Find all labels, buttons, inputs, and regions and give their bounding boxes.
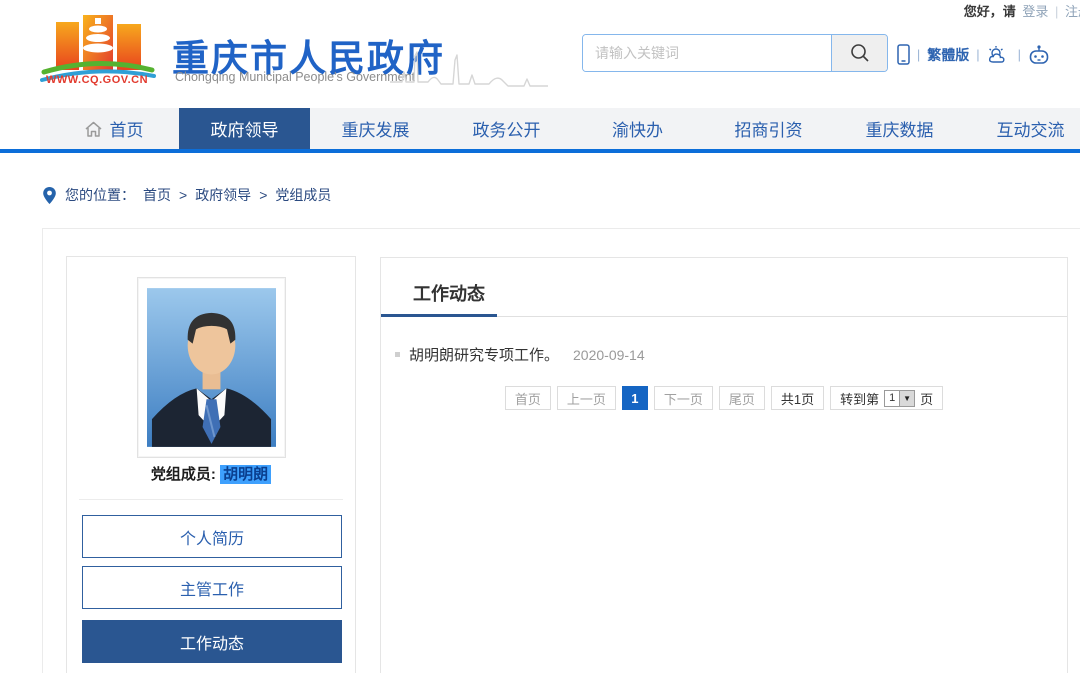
mobile-version-icon[interactable]	[897, 44, 910, 65]
traditional-version-link[interactable]: 繁體版	[927, 45, 969, 65]
bullet-icon	[395, 352, 400, 357]
page-next-button[interactable]: 下一页	[654, 386, 713, 410]
nav-item-government-leaders[interactable]: 政府领导	[179, 108, 310, 149]
responsibilities-button[interactable]: 主管工作	[82, 566, 342, 609]
nav-item-government-affairs[interactable]: 政务公开	[441, 108, 572, 149]
resume-button[interactable]: 个人简历	[82, 515, 342, 558]
nav-label: 招商引资	[735, 116, 803, 141]
main-nav: 首页 政府领导 重庆发展 政务公开 渝快办 招商引资 重庆数据 互动交流	[48, 108, 1080, 149]
goto-suffix: 页	[920, 389, 933, 408]
location-pin-icon	[42, 186, 57, 205]
breadcrumb-current[interactable]: 党组成员	[275, 185, 331, 205]
breadcrumb: 您的位置： 首页 > 政府领导 > 党组成员	[42, 185, 331, 205]
weather-icon[interactable]	[987, 45, 1011, 65]
role-label: 党组成员:	[151, 466, 216, 483]
skyline-art	[388, 36, 558, 91]
work-updates-button[interactable]: 工作动态	[82, 620, 342, 663]
sidebar-divider	[79, 499, 343, 500]
leader-photo	[137, 277, 286, 458]
breadcrumb-prefix: 您的位置：	[65, 185, 135, 205]
robot-assistant-icon[interactable]	[1028, 44, 1050, 65]
nav-item-home[interactable]: 首页	[48, 108, 179, 149]
leader-portrait	[147, 287, 276, 448]
leader-name[interactable]: 胡明朗	[220, 465, 271, 484]
pagination: 首页 上一页 1 下一页 尾页 共1页 转到第 1 ▼ 页	[381, 386, 1067, 410]
nav-accent-line	[0, 149, 1080, 153]
news-item: 胡明朗研究专项工作。 2020-09-14	[395, 344, 645, 365]
page: 您好，请 登录 | 注册 WWW.CQ.GOV.CN	[0, 0, 1080, 673]
breadcrumb-home[interactable]: 首页	[143, 185, 171, 205]
page-total-label: 共1页	[771, 386, 824, 410]
news-link[interactable]: 胡明朗研究专项工作。	[409, 344, 559, 365]
nav-item-interaction[interactable]: 互动交流	[965, 108, 1080, 149]
home-icon	[84, 120, 103, 138]
nav-item-yukuaiban[interactable]: 渝快办	[572, 108, 703, 149]
nav-label: 政府领导	[211, 116, 279, 141]
tool-divider: |	[917, 47, 920, 62]
goto-prefix: 转到第	[840, 389, 879, 408]
search-box	[582, 34, 888, 72]
site-url-text: WWW.CQ.GOV.CN	[46, 74, 148, 86]
nav-item-chongqing-development[interactable]: 重庆发展	[310, 108, 441, 149]
news-date: 2020-09-14	[573, 347, 645, 363]
tool-divider: |	[1018, 47, 1021, 62]
page-first-button[interactable]: 首页	[505, 386, 551, 410]
leader-role-line: 党组成员: 胡明朗	[67, 463, 355, 484]
search-input[interactable]	[583, 35, 831, 71]
nav-label: 重庆发展	[342, 116, 410, 141]
panel-title: 工作动态	[413, 280, 485, 306]
search-icon	[849, 42, 871, 64]
page-last-button[interactable]: 尾页	[719, 386, 765, 410]
nav-item-investment[interactable]: 招商引资	[703, 108, 834, 149]
nav-label: 渝快办	[612, 116, 663, 141]
chevron-down-icon: ▼	[899, 391, 914, 406]
page-number-current[interactable]: 1	[622, 386, 648, 410]
search-button[interactable]	[831, 35, 887, 71]
nav-label: 政务公开	[473, 116, 541, 141]
breadcrumb-separator: >	[259, 187, 267, 203]
leader-sidebar: 党组成员: 胡明朗 个人简历 主管工作 工作动态	[66, 256, 356, 673]
nav-label: 重庆数据	[866, 116, 934, 141]
nav-item-chongqing-data[interactable]: 重庆数据	[834, 108, 965, 149]
page-select[interactable]: 1 ▼	[884, 390, 915, 407]
header-tools: | 繁體版 | |	[897, 44, 1050, 65]
page-prev-button[interactable]: 上一页	[557, 386, 616, 410]
nav-label: 互动交流	[997, 116, 1065, 141]
nav-label: 首页	[110, 116, 144, 141]
page-select-value: 1	[885, 391, 899, 406]
tool-divider: |	[976, 47, 979, 62]
site-subtitle: Chongqing Municipal People's Government	[175, 70, 415, 84]
work-updates-panel: 工作动态 胡明朗研究专项工作。 2020-09-14 首页 上一页 1 下一页 …	[380, 257, 1068, 673]
page-goto-box: 转到第 1 ▼ 页	[830, 386, 943, 410]
breadcrumb-section[interactable]: 政府领导	[195, 185, 251, 205]
site-header: WWW.CQ.GOV.CN 重庆市人民政府 Chongqing Municipa…	[0, 8, 1080, 108]
title-rule-accent	[381, 314, 497, 317]
breadcrumb-separator: >	[179, 187, 187, 203]
